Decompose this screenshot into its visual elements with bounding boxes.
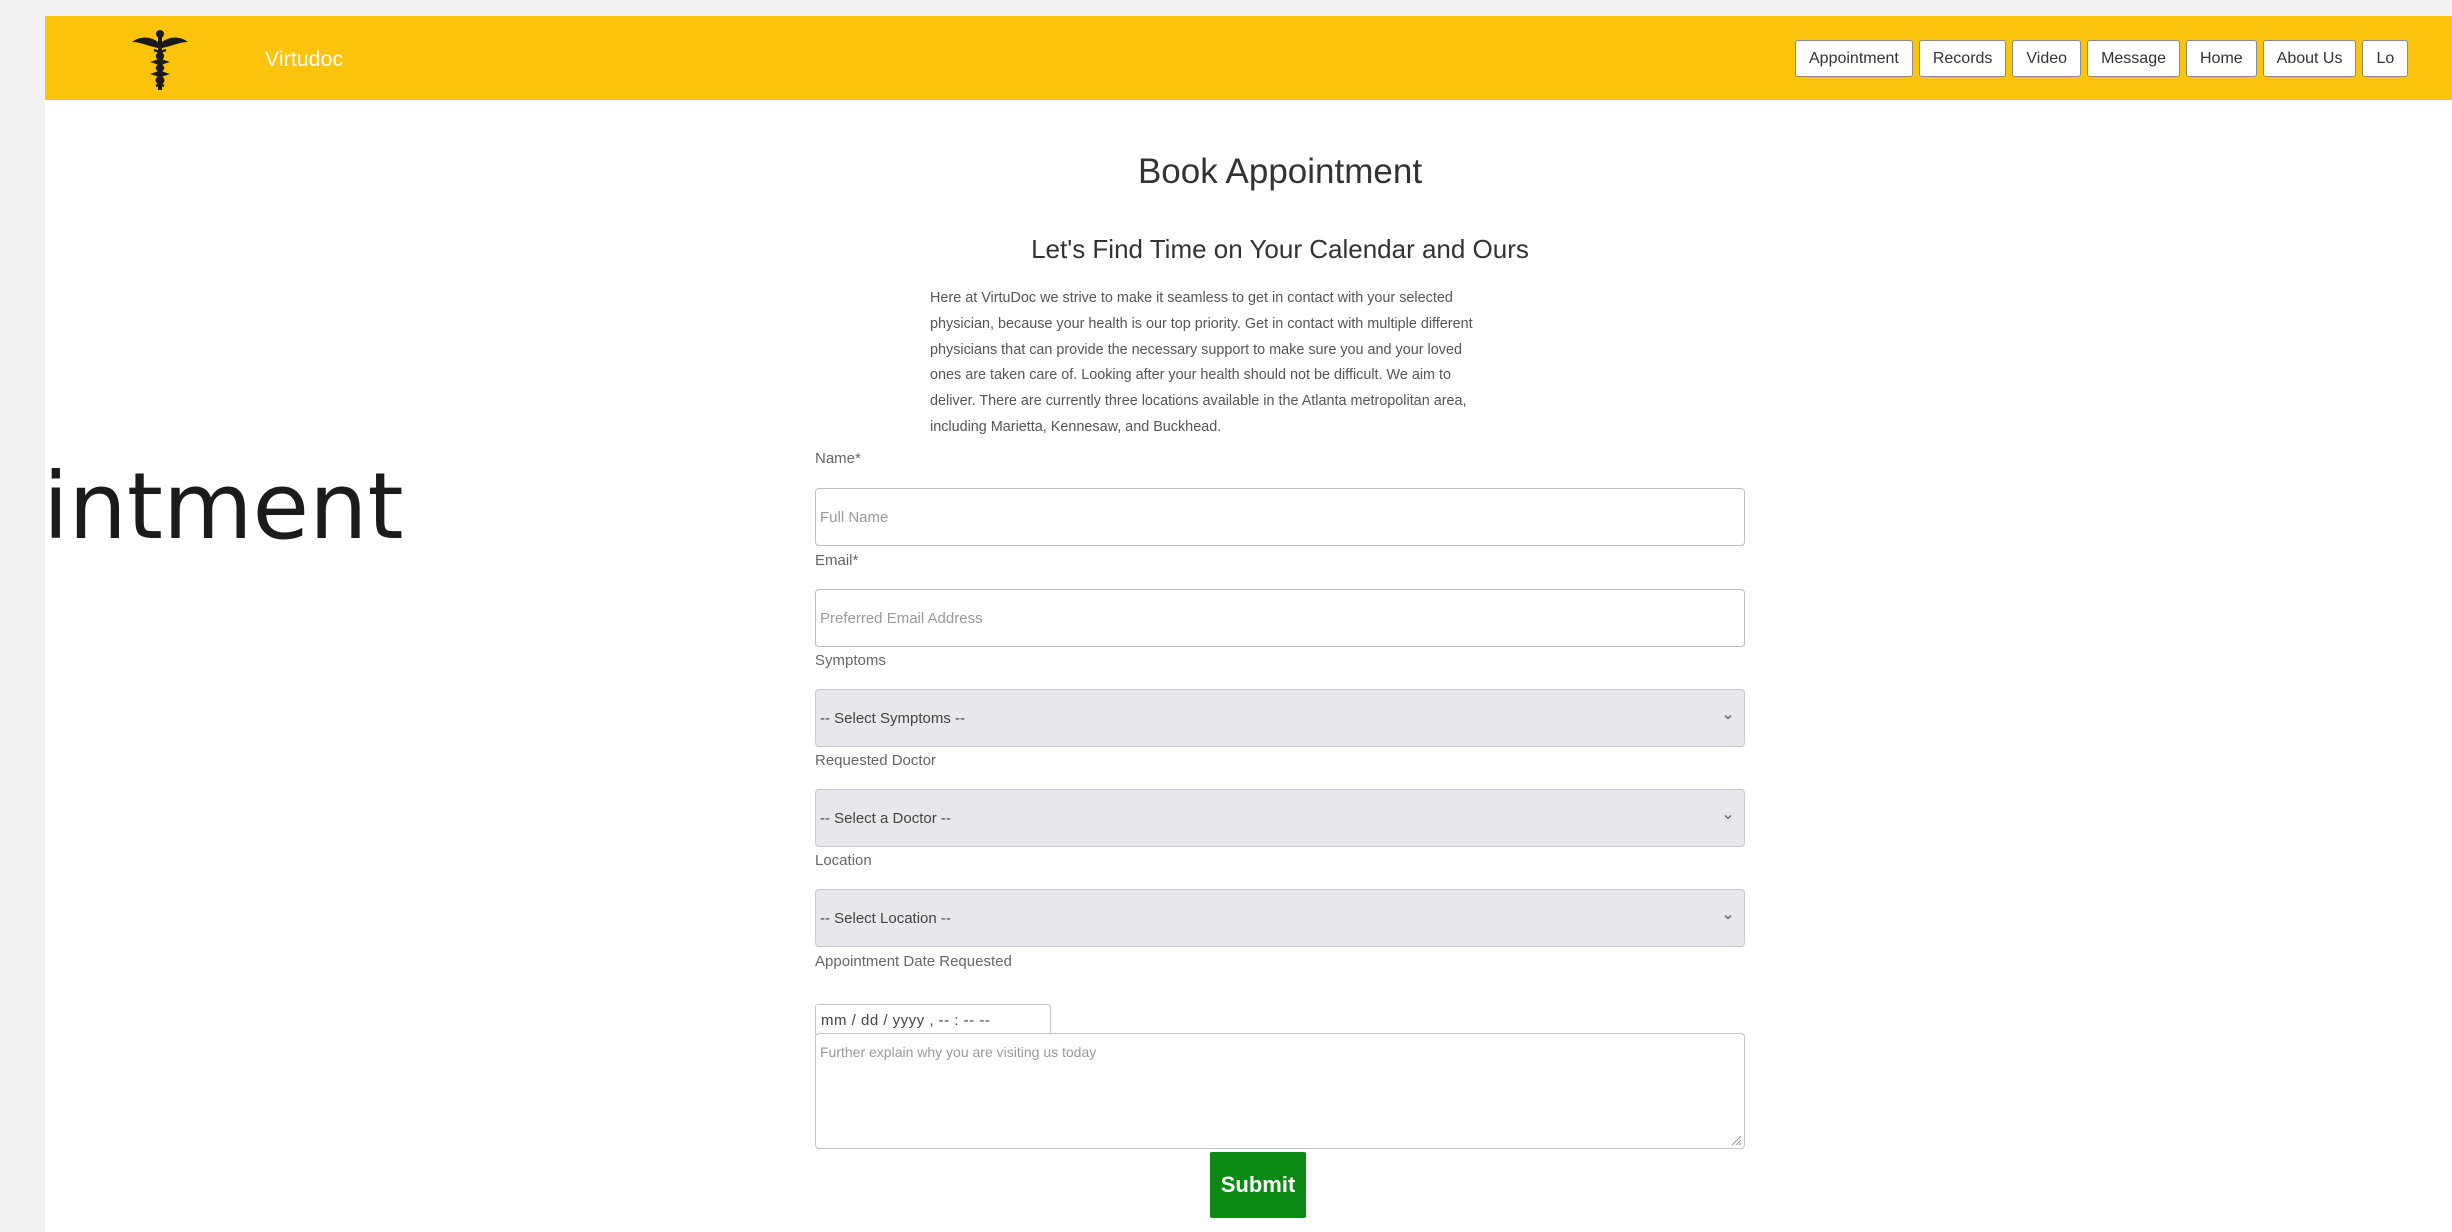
visit-reason-textarea[interactable]: Further explain why you are visiting us …: [815, 1033, 1745, 1149]
nav-home-button[interactable]: Home: [2185, 40, 2257, 77]
intro-line: physicians that can provide the necessar…: [930, 341, 1462, 358]
submit-button[interactable]: Submit: [1210, 1152, 1306, 1218]
doctor-select-value: -- Select a Doctor --: [820, 809, 951, 827]
email-label: Email*: [815, 552, 859, 569]
top-navbar: Virtudoc Appointment Records Video Messa…: [45, 16, 2452, 100]
location-select[interactable]: -- Select Location --: [815, 889, 1745, 947]
chevron-down-icon: [1724, 714, 1732, 720]
intro-paragraph: Here at VirtuDoc we strive to make it se…: [930, 286, 1670, 441]
nav-video-button[interactable]: Video: [2012, 40, 2082, 77]
intro-line: ones are taken care of. Looking after yo…: [930, 367, 1452, 384]
intro-line: physician, because your health is our to…: [930, 315, 1473, 332]
visit-reason-placeholder: Further explain why you are visiting us …: [820, 1044, 1097, 1060]
nav-login-button[interactable]: Lo: [2362, 40, 2409, 77]
screen: Virtudoc Appointment Records Video Messa…: [0, 0, 2452, 1232]
appointment-date-label: Appointment Date Requested: [815, 953, 1012, 970]
resize-handle-icon[interactable]: [1728, 1132, 1742, 1146]
doctor-select[interactable]: -- Select a Doctor --: [815, 789, 1745, 847]
page-subtitle: Let's Find Time on Your Calendar and Our…: [1031, 234, 1529, 264]
intro-line: deliver. There are currently three locat…: [930, 393, 1467, 410]
chevron-down-icon: [1724, 914, 1732, 920]
requested-doctor-label: Requested Doctor: [815, 752, 936, 769]
appointment-datetime-input[interactable]: mm / dd / yyyy , -- : -- --: [815, 1004, 1051, 1036]
name-input[interactable]: Full Name: [815, 488, 1745, 546]
location-label: Location: [815, 852, 872, 869]
nav-message-button[interactable]: Message: [2087, 40, 2180, 77]
name-label: Name*: [815, 450, 861, 467]
chevron-down-icon: [1724, 814, 1732, 820]
intro-line: including Marietta, Kennesaw, and Buckhe…: [930, 418, 1222, 435]
browser-page: Virtudoc Appointment Records Video Messa…: [43, 16, 2452, 1232]
nav-about-us-button[interactable]: About Us: [2262, 40, 2357, 77]
page-title: Book Appointment: [1137, 152, 1423, 191]
background-heading-fragment: intment: [43, 453, 404, 560]
location-select-value: -- Select Location --: [820, 909, 951, 927]
symptoms-select[interactable]: -- Select Symptoms --: [815, 689, 1745, 747]
nav-links: Appointment Records Video Message Home A…: [1795, 40, 2409, 79]
symptoms-select-value: -- Select Symptoms --: [820, 709, 966, 727]
brand-name[interactable]: Virtudoc: [265, 48, 343, 72]
nav-records-button[interactable]: Records: [1918, 40, 2007, 77]
symptoms-label: Symptoms: [815, 652, 886, 669]
caduceus-icon[interactable]: [130, 28, 190, 94]
email-input[interactable]: Preferred Email Address: [815, 589, 1745, 647]
intro-line: Here at VirtuDoc we strive to make it se…: [930, 290, 1453, 306]
nav-appointment-button[interactable]: Appointment: [1795, 40, 1913, 77]
